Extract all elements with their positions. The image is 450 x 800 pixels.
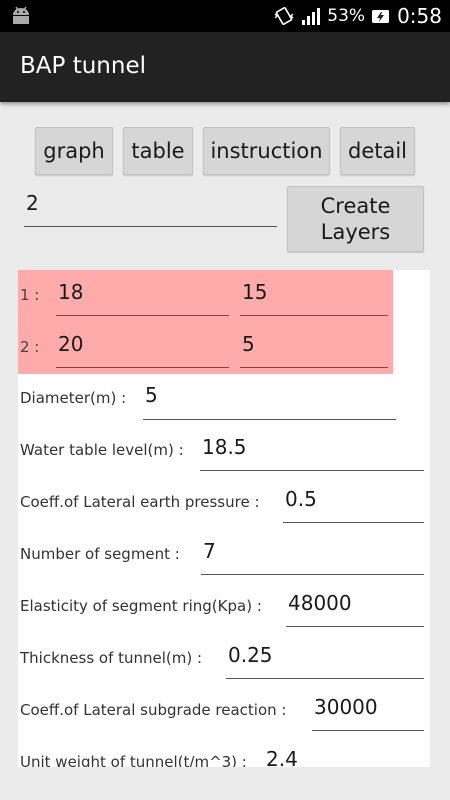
segment-elasticity-input[interactable]: 48000 [286, 589, 424, 627]
diameter-label: Diameter(m) : [20, 389, 127, 407]
action-bar: BAP tunnel [0, 32, 450, 102]
number-of-segment-input[interactable]: 7 [201, 537, 424, 575]
layer-1-value-b-input[interactable]: 15 [240, 278, 388, 316]
layer-2-value-a-input[interactable]: 20 [56, 330, 229, 368]
layer-2-value-a: 20 [58, 332, 84, 356]
lateral-earth-pressure-input[interactable]: 0.5 [283, 485, 424, 523]
battery-charging-icon [371, 7, 391, 25]
water-table-level-value: 18.5 [202, 435, 247, 459]
table-button[interactable]: table [123, 127, 193, 175]
layers-count-value: 2 [26, 191, 39, 215]
tunnel-thickness-value: 0.25 [228, 643, 273, 667]
create-layers-line1: Create [320, 194, 391, 218]
tunnel-unit-weight-input[interactable]: 2.4 [264, 745, 424, 767]
tunnel-thickness-input[interactable]: 0.25 [226, 641, 424, 679]
layers-count-input[interactable]: 2 [24, 189, 277, 227]
instruction-button[interactable]: instruction [203, 127, 330, 175]
segment-elasticity-label: Elasticity of segment ring(Kpa) : [20, 597, 262, 615]
create-layers-line2: Layers [320, 220, 391, 244]
android-icon [10, 6, 32, 26]
graph-button[interactable]: graph [35, 127, 113, 175]
diameter-value: 5 [145, 383, 158, 407]
app-title: BAP tunnel [20, 53, 146, 79]
layer-1-value-b: 15 [242, 280, 268, 304]
number-of-segment-value: 7 [203, 539, 216, 563]
battery-percent: 53% [327, 6, 366, 26]
tunnel-thickness-label: Thickness of tunnel(m) : [20, 649, 203, 667]
detail-button[interactable]: detail [340, 127, 415, 175]
clock: 0:58 [397, 4, 442, 28]
water-table-level-label: Water table level(m) : [20, 441, 184, 459]
layer-1-value-a: 18 [58, 280, 84, 304]
layer-label: 1 : [20, 286, 40, 304]
tunnel-unit-weight-value: 2.4 [266, 747, 298, 767]
lateral-earth-pressure-value: 0.5 [285, 487, 317, 511]
diameter-input[interactable]: 5 [143, 381, 396, 420]
subgrade-reaction-label: Coeff.of Lateral subgrade reaction : [20, 701, 287, 719]
segment-elasticity-value: 48000 [288, 591, 352, 615]
create-layers-button[interactable]: Create Layers [287, 186, 424, 252]
parameters-panel: 1 : 18 15 2 : 20 5 Diameter(m) : 5 Water… [18, 270, 430, 767]
layers-section: 1 : 18 15 2 : 20 5 [18, 270, 393, 374]
vibrate-icon [273, 6, 295, 26]
lateral-earth-pressure-label: Coeff.of Lateral earth pressure : [20, 493, 260, 511]
status-bar: 53% 0:58 [0, 0, 450, 32]
number-of-segment-label: Number of segment : [20, 545, 180, 563]
signal-icon [301, 7, 321, 25]
layer-1-value-a-input[interactable]: 18 [56, 278, 229, 316]
layer-label: 2 : [20, 338, 40, 356]
layer-2-value-b-input[interactable]: 5 [240, 330, 388, 368]
subgrade-reaction-value: 30000 [314, 695, 378, 719]
water-table-level-input[interactable]: 18.5 [200, 433, 424, 471]
layer-2-value-b: 5 [242, 332, 255, 356]
subgrade-reaction-input[interactable]: 30000 [312, 693, 424, 731]
tunnel-unit-weight-label: Unit weight of tunnel(t/m^3) : [20, 753, 247, 767]
